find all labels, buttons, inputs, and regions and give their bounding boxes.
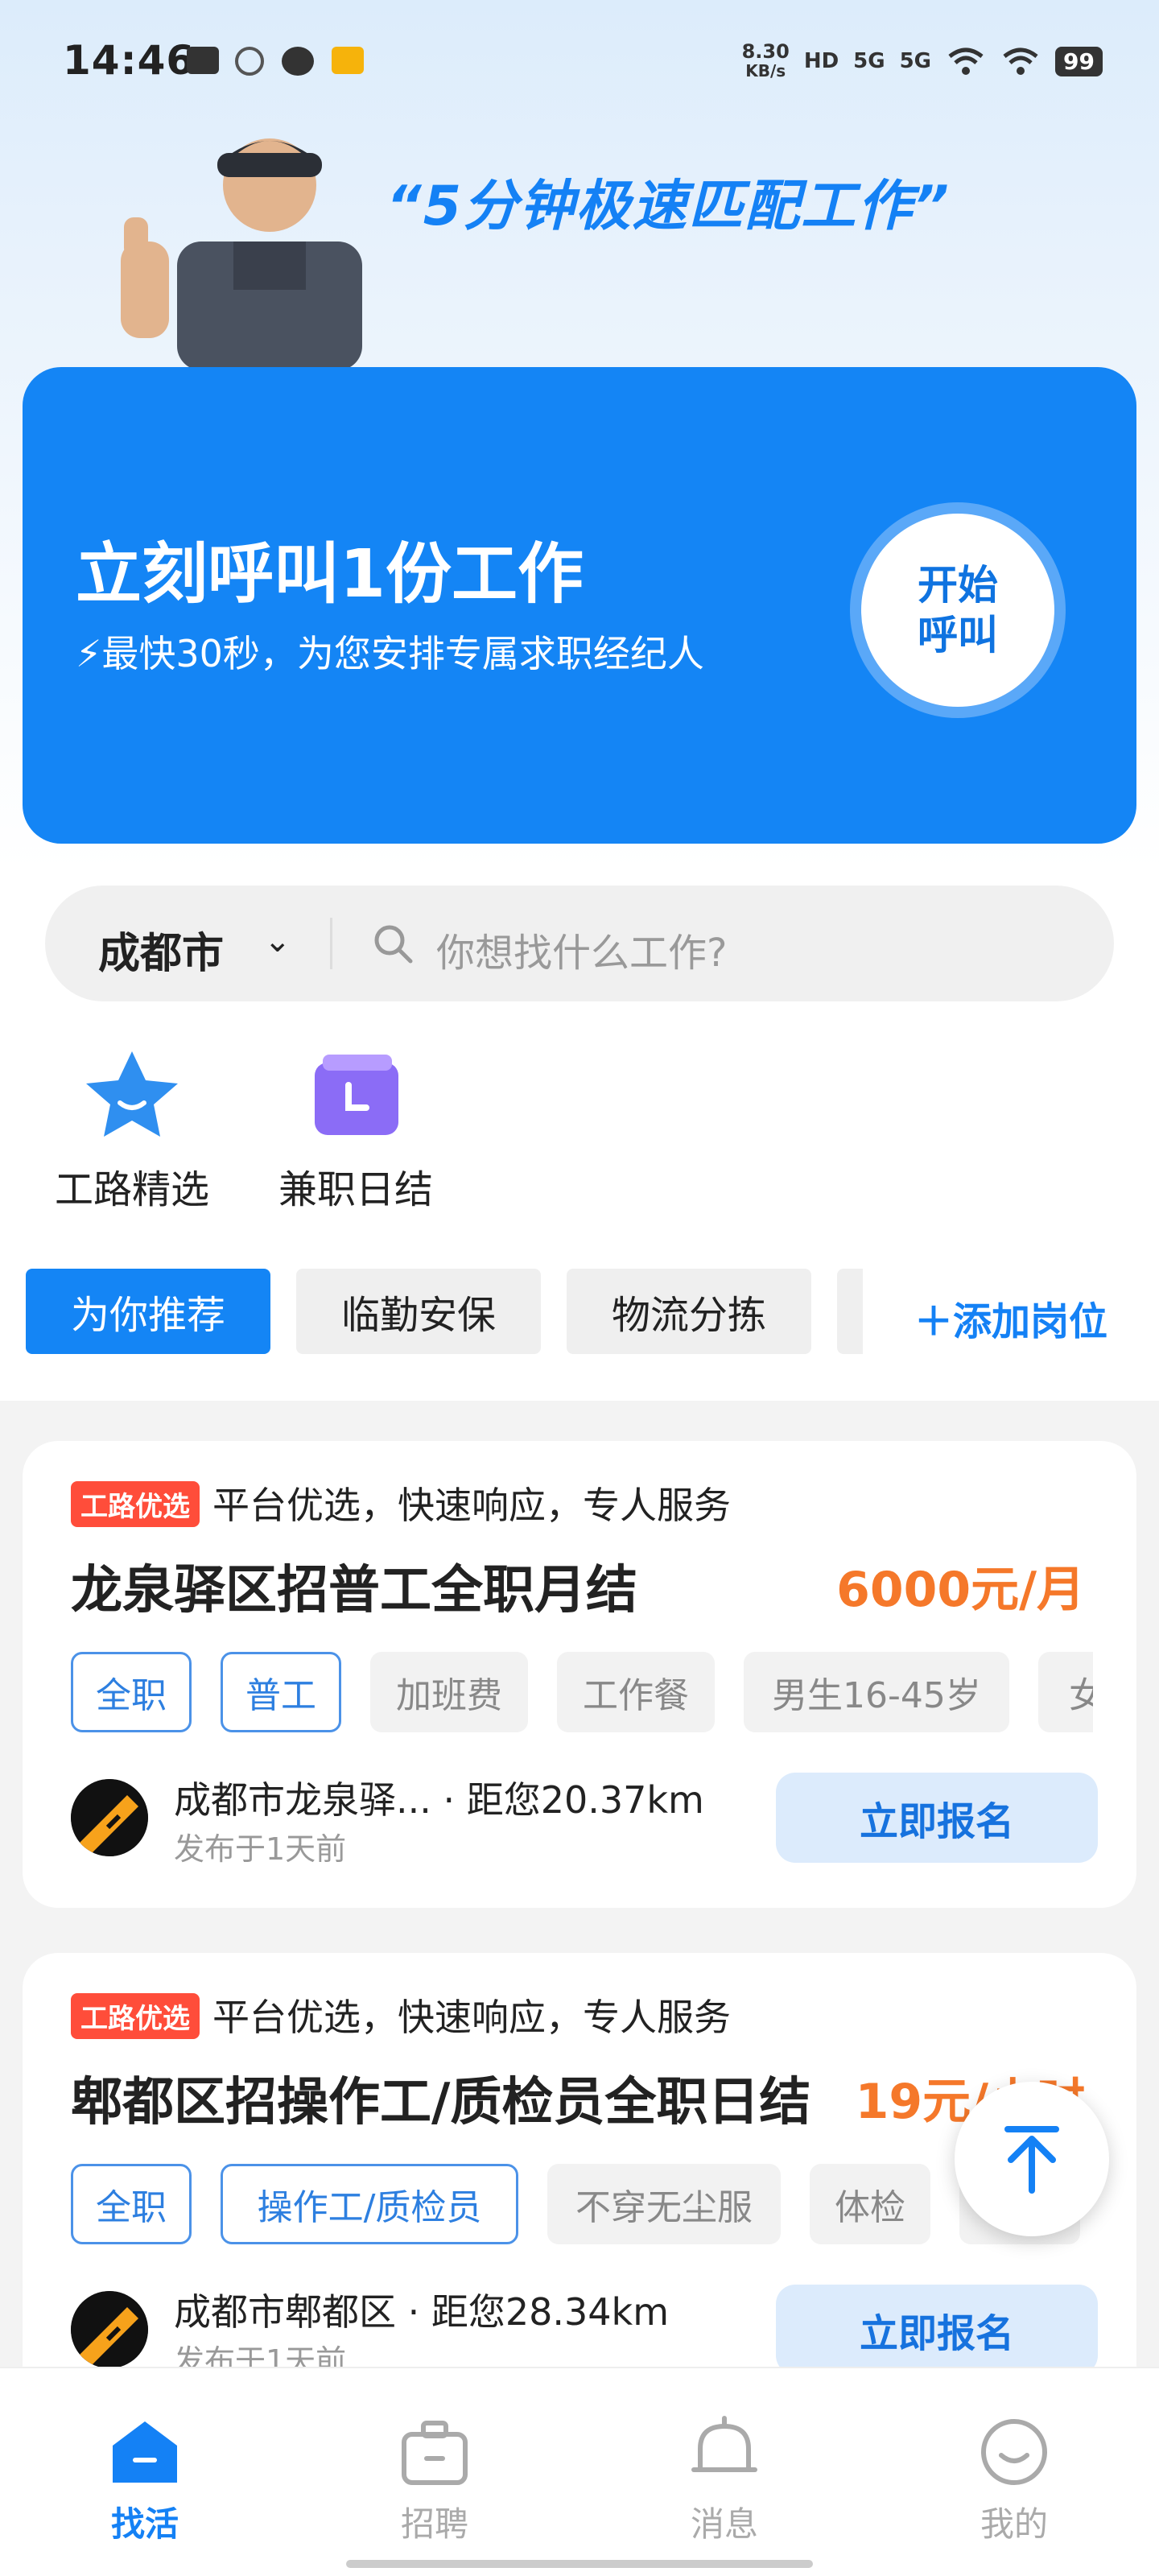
job-promo: 平台优选，快速响应，专人服务 — [212, 1996, 731, 2039]
status-time: 14:46 — [63, 37, 196, 84]
signal-icon: 5G — [853, 49, 885, 73]
signal-icon-2: 5G — [899, 49, 932, 73]
start-call-button[interactable]: 开始 呼叫 — [850, 502, 1066, 718]
nav-label: 我的 — [980, 2504, 1048, 2544]
plus-icon: ＋ — [914, 1299, 954, 1344]
nav-label: 招聘 — [400, 2504, 468, 2544]
job-address: 成都市郫都区 · 距您28.34km — [174, 2290, 670, 2334]
net-speed-unit: KB/s — [745, 61, 786, 80]
search-divider — [330, 918, 332, 969]
tab-more[interactable] — [837, 1269, 863, 1354]
net-speed: 8.30 KB/s — [742, 42, 790, 80]
job-title: 龙泉驿区招普工全职月结 — [71, 1561, 637, 1620]
badge-featured: 工路优选 — [71, 1481, 200, 1527]
call-card[interactable]: 立刻呼叫1份工作 ⚡最快30秒，为您安排专属求职经纪人 开始 呼叫 — [23, 367, 1136, 844]
start-call-line2: 呼叫 — [918, 612, 998, 658]
briefcase-icon — [402, 2421, 468, 2485]
mail-icon — [187, 47, 219, 74]
arrow-up-icon — [1004, 2126, 1059, 2194]
quick-entry-label: 工路精选 — [54, 1167, 209, 1212]
battery-icon: 99 — [1055, 46, 1103, 76]
smile-icon — [981, 2419, 1047, 2485]
add-position-label: 添加岗位 — [953, 1299, 1108, 1344]
bell-icon — [691, 2416, 757, 2472]
nav-find-work[interactable]: 找活 — [48, 2413, 241, 2546]
job-promo: 平台优选，快速响应，专人服务 — [212, 1484, 731, 1527]
tab-security[interactable]: 临勤安保 — [296, 1269, 541, 1354]
company-logo — [71, 1779, 148, 1856]
job-tag: 普工 — [221, 1652, 341, 1732]
start-call-line1: 开始 — [918, 562, 998, 609]
job-tag: 加班费 — [370, 1652, 528, 1732]
job-tag: 女 — [1038, 1652, 1093, 1732]
job-address: 成都市龙泉驿... · 距您20.37km — [174, 1778, 704, 1822]
job-tag: 工作餐 — [557, 1652, 715, 1732]
check-icon — [235, 47, 264, 76]
call-subtitle-text: 最快30秒，为您安排专属求职经纪人 — [101, 632, 704, 675]
scroll-to-top-button[interactable] — [955, 2082, 1109, 2236]
job-tag: 男生16-45岁 — [744, 1652, 1009, 1732]
category-tabs: 为你推荐 临勤安保 物流分拣 — [26, 1269, 863, 1357]
badge-featured: 工路优选 — [71, 1993, 200, 2039]
job-posted: 发布于1天前 — [174, 1831, 347, 1867]
search-bar[interactable]: 成都市 ⌄ 你想找什么工作? — [45, 886, 1114, 1001]
apply-button[interactable]: 立即报名 — [776, 2285, 1098, 2375]
hd-icon: HD — [803, 49, 839, 73]
job-tag: 体检 — [810, 2164, 930, 2244]
job-title: 郫都区招操作工/质检员全职日结 — [71, 2073, 811, 2132]
quick-entry-daily-pay[interactable]: 兼职日结 — [251, 1046, 460, 1214]
nav-label: 找活 — [110, 2504, 179, 2544]
job-tag: 不穿无尘服 — [547, 2164, 781, 2244]
job-tags: 全职 普工 加班费 工作餐 男生16-45岁 女 — [71, 1652, 1093, 1740]
wifi-icon — [948, 47, 984, 75]
job-card[interactable]: 工路优选 平台优选，快速响应，专人服务 龙泉驿区招普工全职月结 6000元/月 … — [23, 1441, 1136, 1908]
status-right: 8.30 KB/s HD 5G 5G 99 — [742, 42, 1103, 80]
hero-section: 14:46 8.30 KB/s HD 5G 5G 99 “5分钟极速匹配工作” … — [0, 0, 1159, 869]
lightning-icon: ⚡ — [76, 632, 102, 675]
tab-logistics[interactable]: 物流分拣 — [567, 1269, 811, 1354]
job-tag: 操作工/质检员 — [221, 2164, 518, 2244]
add-position-button[interactable]: ＋添加岗位 — [914, 1290, 1107, 1346]
quick-entry-label: 兼职日结 — [278, 1167, 433, 1212]
call-subtitle: ⚡最快30秒，为您安排专属求职经纪人 — [76, 625, 704, 678]
company-logo — [71, 2291, 148, 2368]
city-selector[interactable]: 成都市 — [98, 919, 224, 980]
slogan: “5分钟极速匹配工作” — [386, 175, 951, 238]
job-tags: 全职 操作工/质检员 不穿无尘服 体检 包 — [71, 2164, 1093, 2252]
net-speed-value: 8.30 — [741, 40, 790, 63]
search-input[interactable]: 你想找什么工作? — [436, 921, 727, 977]
nav-messages[interactable]: 消息 — [628, 2413, 821, 2546]
nav-label: 消息 — [690, 2504, 758, 2544]
star-icon — [86, 1051, 178, 1137]
chevron-down-icon[interactable]: ⌄ — [264, 923, 291, 960]
bottom-nav: 找活 招聘 消息 我的 — [0, 2367, 1159, 2576]
worker-illustration — [121, 138, 362, 370]
quick-entry-featured[interactable]: 工路精选 — [27, 1046, 237, 1214]
apply-button[interactable]: 立即报名 — [776, 1773, 1098, 1863]
nav-recruit[interactable]: 招聘 — [338, 2413, 531, 2546]
call-title: 立刻呼叫1份工作 — [76, 536, 584, 613]
wifi-icon-2 — [1003, 47, 1038, 75]
job-tag: 全职 — [71, 2164, 192, 2244]
search-icon — [374, 925, 413, 964]
home-indicator[interactable] — [346, 2560, 813, 2568]
tab-recommended[interactable]: 为你推荐 — [26, 1269, 270, 1354]
message-icon — [332, 47, 364, 74]
job-tag: 全职 — [71, 1652, 192, 1732]
home-icon — [113, 2421, 177, 2483]
calendar-icon — [315, 1055, 398, 1135]
nav-profile[interactable]: 我的 — [918, 2413, 1111, 2546]
chat-icon — [282, 47, 314, 76]
job-salary: 6000元/月 — [836, 1562, 1085, 1618]
